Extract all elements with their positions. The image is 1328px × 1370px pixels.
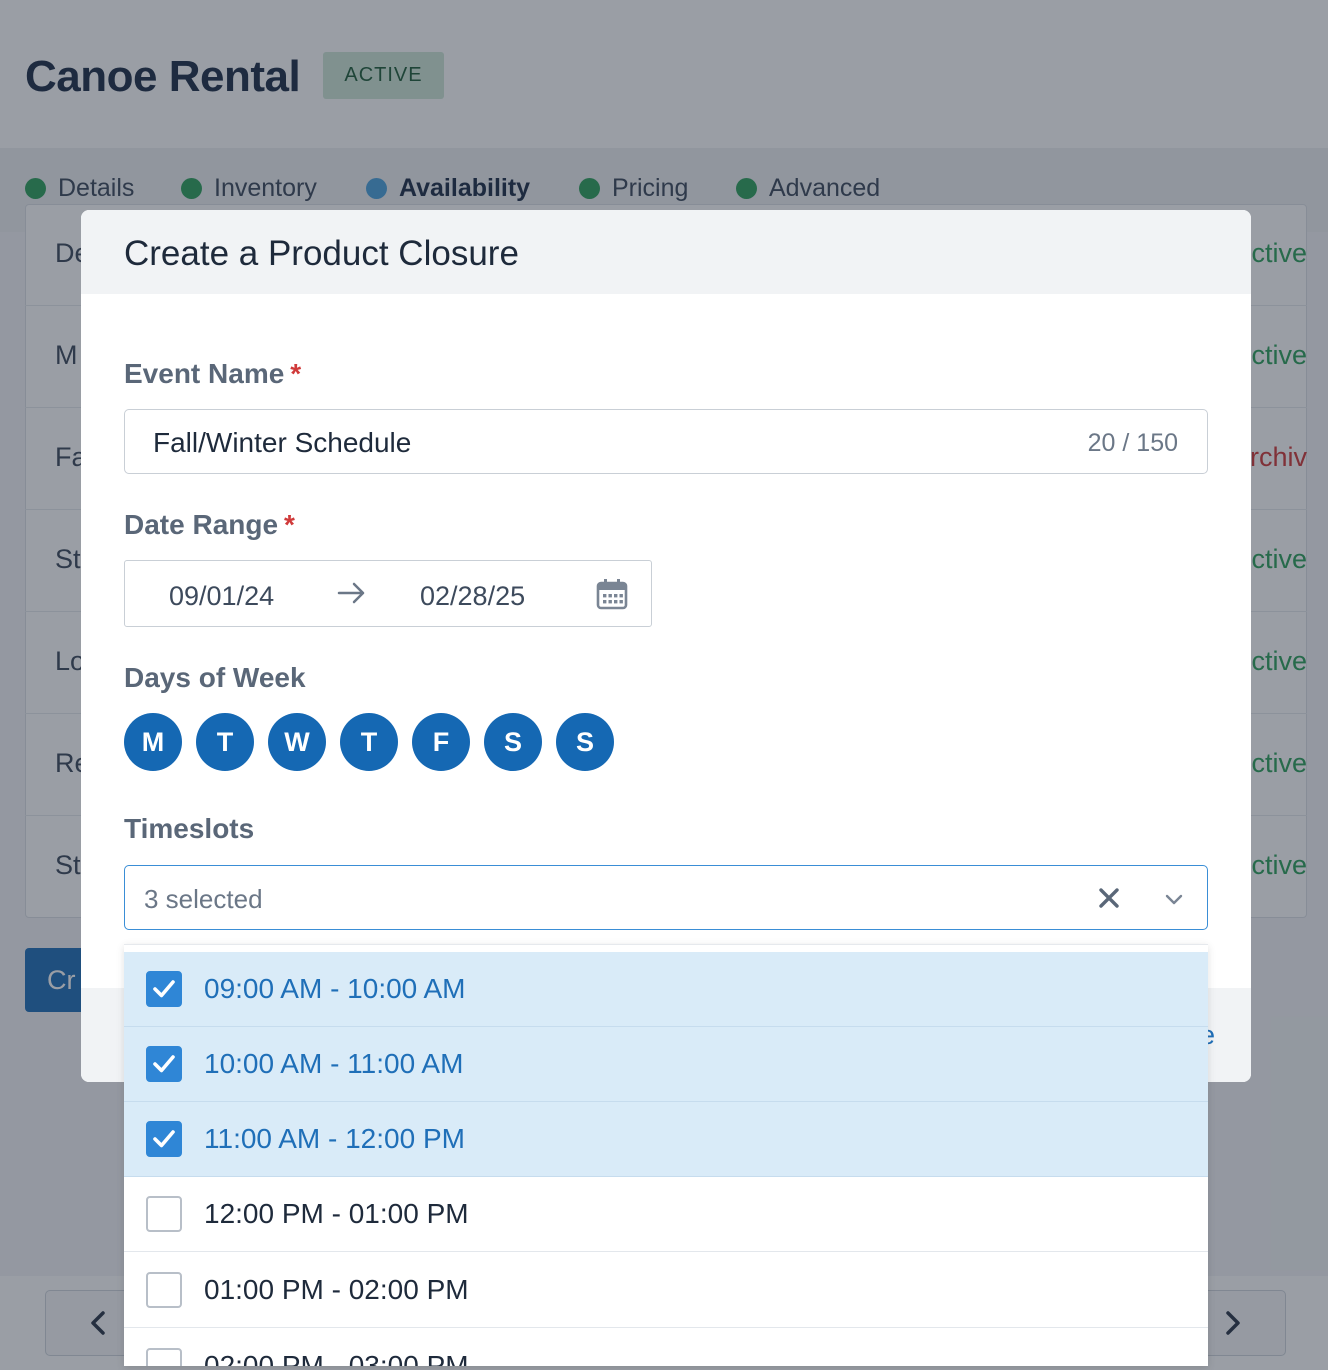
timeslot-option[interactable]: 02:00 PM - 03:00 PM	[124, 1329, 1208, 1366]
checkbox-unchecked[interactable]	[146, 1196, 182, 1232]
required-mark: *	[284, 509, 295, 540]
clear-icon[interactable]	[1097, 886, 1121, 910]
checkmark-icon	[153, 1130, 175, 1148]
timeslot-label: 09:00 AM - 10:00 AM	[204, 973, 466, 1004]
timeslot-option[interactable]: 12:00 PM - 01:00 PM	[124, 1177, 1208, 1252]
checkbox-checked[interactable]	[146, 1121, 182, 1157]
timeslot-label: 12:00 PM - 01:00 PM	[204, 1198, 469, 1229]
start-date-input[interactable]: 09/01/24	[169, 581, 274, 612]
days-of-week-label: Days of Week	[124, 662, 306, 693]
arrow-right-icon	[337, 582, 365, 604]
checkbox-unchecked[interactable]	[146, 1348, 182, 1366]
day-toggle-tuesday[interactable]: T	[196, 713, 254, 771]
timeslot-option[interactable]: 09:00 AM - 10:00 AM	[124, 952, 1208, 1027]
date-range-picker[interactable]: 09/01/24 02/28/25	[124, 560, 652, 627]
day-toggle-friday[interactable]: F	[412, 713, 470, 771]
timeslots-dropdown: 09:00 AM - 10:00 AM 10:00 AM - 11:00 AM …	[124, 944, 1208, 1366]
days-of-week-picker: M T W T F S S	[124, 713, 628, 771]
checkmark-icon	[153, 1055, 175, 1073]
date-range-label: Date Range *	[124, 509, 295, 540]
checkmark-icon	[153, 980, 175, 998]
chevron-down-icon[interactable]	[1163, 888, 1185, 910]
timeslots-label: Timeslots	[124, 813, 255, 844]
day-toggle-thursday[interactable]: T	[340, 713, 398, 771]
timeslot-label: 02:00 PM - 03:00 PM	[204, 1350, 469, 1366]
event-name-input[interactable]: Fall/Winter Schedule 20 / 150	[124, 409, 1208, 474]
timeslots-summary: 3 selected	[144, 884, 263, 914]
timeslots-select[interactable]: 3 selected	[124, 865, 1208, 930]
day-toggle-wednesday[interactable]: W	[268, 713, 326, 771]
modal-header: Create a Product Closure	[81, 210, 1251, 294]
timeslot-option[interactable]: 01:00 PM - 02:00 PM	[124, 1253, 1208, 1328]
timeslot-label: 10:00 AM - 11:00 AM	[204, 1048, 464, 1079]
event-name-value: Fall/Winter Schedule	[153, 427, 412, 458]
character-counter: 20 / 150	[1087, 429, 1178, 457]
checkbox-checked[interactable]	[146, 1046, 182, 1082]
calendar-icon[interactable]	[595, 577, 629, 611]
checkbox-unchecked[interactable]	[146, 1272, 182, 1308]
day-toggle-saturday[interactable]: S	[484, 713, 542, 771]
checkbox-checked[interactable]	[146, 971, 182, 1007]
modal-title: Create a Product Closure	[124, 234, 519, 273]
timeslot-option[interactable]: 10:00 AM - 11:00 AM	[124, 1027, 1208, 1102]
event-name-label: Event Name *	[124, 358, 302, 389]
timeslot-label: 01:00 PM - 02:00 PM	[204, 1274, 469, 1305]
timeslot-label: 11:00 AM - 12:00 PM	[204, 1123, 465, 1154]
end-date-input[interactable]: 02/28/25	[420, 581, 525, 612]
day-toggle-monday[interactable]: M	[124, 713, 182, 771]
timeslot-option[interactable]: 11:00 AM - 12:00 PM	[124, 1102, 1208, 1177]
day-toggle-sunday[interactable]: S	[556, 713, 614, 771]
required-mark: *	[290, 358, 302, 389]
